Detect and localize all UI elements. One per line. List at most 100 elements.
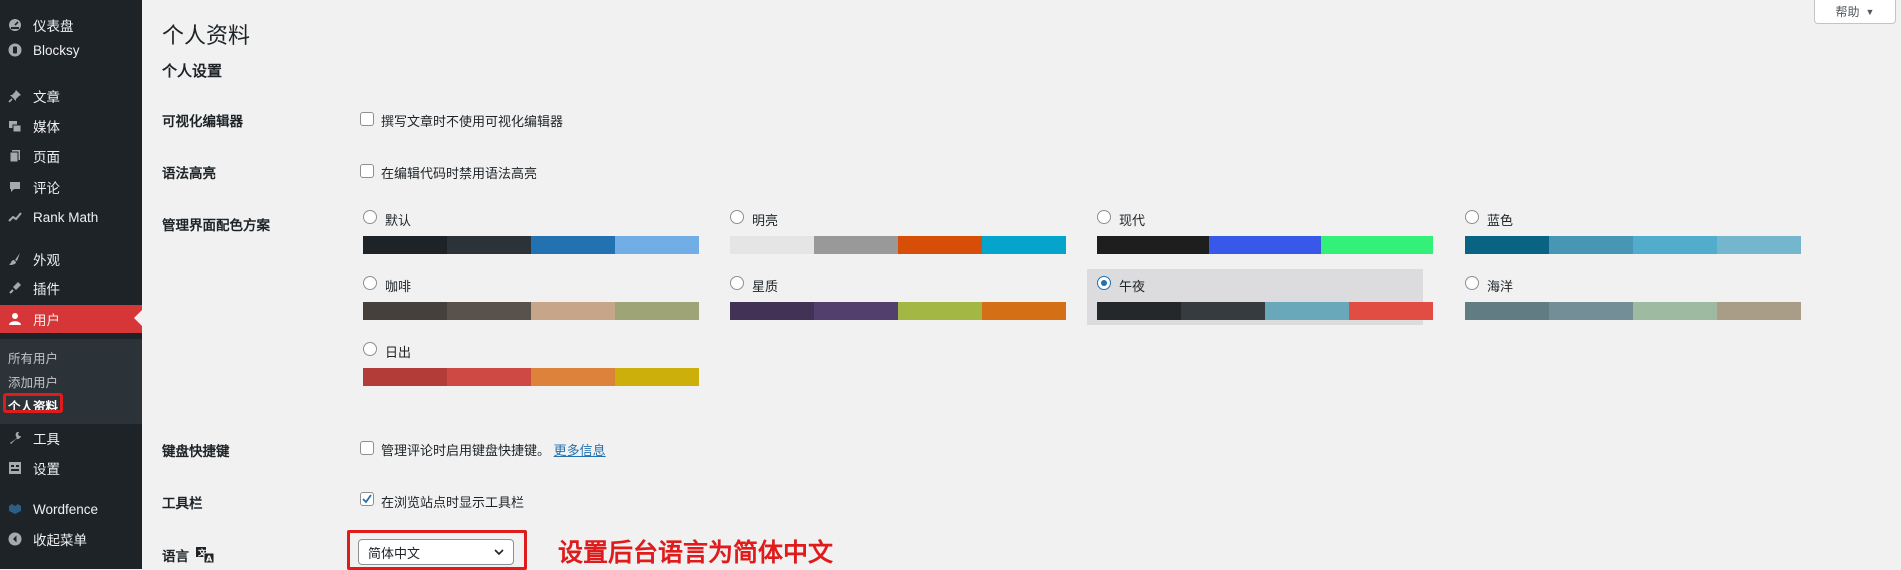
svg-text:A: A: [206, 555, 213, 564]
menu-label: Wordfence: [33, 501, 99, 517]
submenu-add-user[interactable]: 添加用户: [8, 372, 58, 391]
keyboard-shortcuts-label: 键盘快捷键: [162, 444, 230, 459]
menu-item-wordfence[interactable]: Wordfence: [0, 496, 142, 522]
color-swatch: [447, 236, 531, 254]
color-scheme-option[interactable]: 默认: [353, 203, 699, 259]
chevron-down-icon: [493, 546, 505, 561]
color-swatch: [363, 368, 447, 386]
collapse-icon: [5, 529, 25, 549]
help-label: 帮助: [1835, 5, 1860, 19]
menu-label: Rank Math: [33, 209, 99, 225]
color-scheme-option[interactable]: 星质: [720, 269, 1066, 325]
help-tab-button[interactable]: 帮助 ▼: [1814, 0, 1896, 24]
color-scheme-option[interactable]: 日出: [353, 335, 699, 391]
menu-item-comments[interactable]: 评论: [0, 174, 142, 200]
menu-item-plugins[interactable]: 插件: [0, 275, 142, 301]
menu-label: 用户: [33, 313, 60, 328]
color-scheme-option[interactable]: 咖啡: [353, 269, 699, 325]
menu-item-blocksy[interactable]: Blocksy: [0, 37, 142, 63]
menu-item-users[interactable]: 用户: [0, 305, 142, 333]
color-scheme-radio[interactable]: [1465, 276, 1479, 290]
color-scheme-option[interactable]: 蓝色: [1455, 203, 1801, 259]
menu-label: Blocksy: [33, 42, 80, 58]
menu-label: 设置: [33, 462, 60, 477]
admin-sidebar: 仪表盘 Blocksy 文章 媒体 页面 评论 Rank Math 外观 插件 …: [0, 0, 142, 569]
page-icon: [5, 146, 25, 166]
color-swatches: [1465, 302, 1801, 320]
color-swatch: [1549, 236, 1633, 254]
color-scheme-radio[interactable]: [730, 210, 744, 224]
menu-item-collapse[interactable]: 收起菜单: [0, 526, 142, 552]
color-scheme-radio[interactable]: [363, 276, 377, 290]
color-scheme-radio[interactable]: [1097, 210, 1111, 224]
color-scheme-radio[interactable]: [1465, 210, 1479, 224]
color-swatch: [1265, 302, 1349, 320]
menu-item-posts[interactable]: 文章: [0, 83, 142, 109]
color-swatches: [730, 236, 1066, 254]
media-icon: [5, 116, 25, 136]
color-swatch: [1321, 236, 1433, 254]
language-selected-value: 简体中文: [368, 545, 421, 561]
color-swatches: [1097, 302, 1433, 320]
dashboard-icon: [5, 15, 25, 35]
color-swatch: [814, 302, 898, 320]
color-scheme-option[interactable]: 现代: [1087, 203, 1433, 259]
toolbar-checkbox-label: 在浏览站点时显示工具栏: [381, 495, 525, 510]
caret-down-icon: ▼: [1865, 6, 1875, 17]
color-swatch: [1549, 302, 1633, 320]
menu-item-rank-math[interactable]: Rank Math: [0, 204, 142, 230]
keyboard-shortcuts-checkbox-label: 管理评论时启用键盘快捷键。 更多信息: [381, 440, 606, 459]
menu-label: 插件: [33, 282, 60, 297]
wordfence-icon: [5, 499, 25, 519]
color-swatch: [982, 236, 1066, 254]
color-swatch: [1717, 236, 1801, 254]
color-scheme-radio[interactable]: [730, 276, 744, 290]
color-scheme-option[interactable]: 午夜: [1087, 269, 1433, 325]
color-scheme-option[interactable]: 明亮: [720, 203, 1066, 259]
color-swatch: [1097, 236, 1209, 254]
color-scheme-name: 明亮: [752, 213, 779, 228]
wrench-icon: [5, 428, 25, 448]
page-title: 个人资料: [162, 23, 251, 48]
syntax-highlight-checkbox[interactable]: [360, 164, 374, 178]
color-swatch: [1097, 302, 1181, 320]
menu-label: 工具: [33, 432, 60, 447]
comment-icon: [5, 177, 25, 197]
submenu-all-users[interactable]: 所有用户: [8, 348, 58, 367]
color-swatch: [531, 302, 615, 320]
menu-item-media[interactable]: 媒体: [0, 113, 142, 139]
color-swatches: [363, 302, 699, 320]
pin-icon: [5, 86, 25, 106]
menu-item-pages[interactable]: 页面: [0, 143, 142, 169]
menu-item-dashboard[interactable]: 仪表盘: [0, 12, 142, 38]
profile-highlight-box: [3, 393, 63, 413]
color-scheme-radio[interactable]: [363, 342, 377, 356]
color-swatch: [447, 302, 531, 320]
color-swatch: [1349, 302, 1433, 320]
visual-editor-checkbox[interactable]: [360, 112, 374, 126]
toolbar-label: 工具栏: [162, 496, 203, 511]
color-scheme-radio[interactable]: [1097, 276, 1111, 290]
rank-math-icon: [5, 207, 25, 227]
language-label: 语言: [162, 549, 189, 564]
section-title: 个人设置: [162, 63, 223, 80]
annotation-text: 设置后台语言为简体中文: [558, 538, 834, 567]
color-scheme-radio[interactable]: [363, 210, 377, 224]
toolbar-checkbox[interactable]: [360, 492, 374, 506]
color-scheme-name: 默认: [385, 213, 412, 228]
blocksy-icon: [5, 40, 25, 60]
menu-item-appearance[interactable]: 外观: [0, 246, 142, 272]
keyboard-shortcuts-checkbox[interactable]: [360, 441, 374, 455]
color-swatch: [1633, 302, 1717, 320]
color-scheme-option[interactable]: 海洋: [1455, 269, 1801, 325]
color-swatch: [363, 302, 447, 320]
more-info-link[interactable]: 更多信息: [554, 443, 606, 458]
syntax-highlight-label: 语法高亮: [162, 166, 216, 181]
menu-label: 页面: [33, 150, 60, 165]
language-select[interactable]: 简体中文: [358, 539, 514, 565]
color-swatches: [363, 236, 699, 254]
color-scheme-name: 咖啡: [385, 279, 412, 294]
menu-item-settings[interactable]: 设置: [0, 455, 142, 481]
menu-item-tools[interactable]: 工具: [0, 425, 142, 451]
color-swatch: [1181, 302, 1265, 320]
